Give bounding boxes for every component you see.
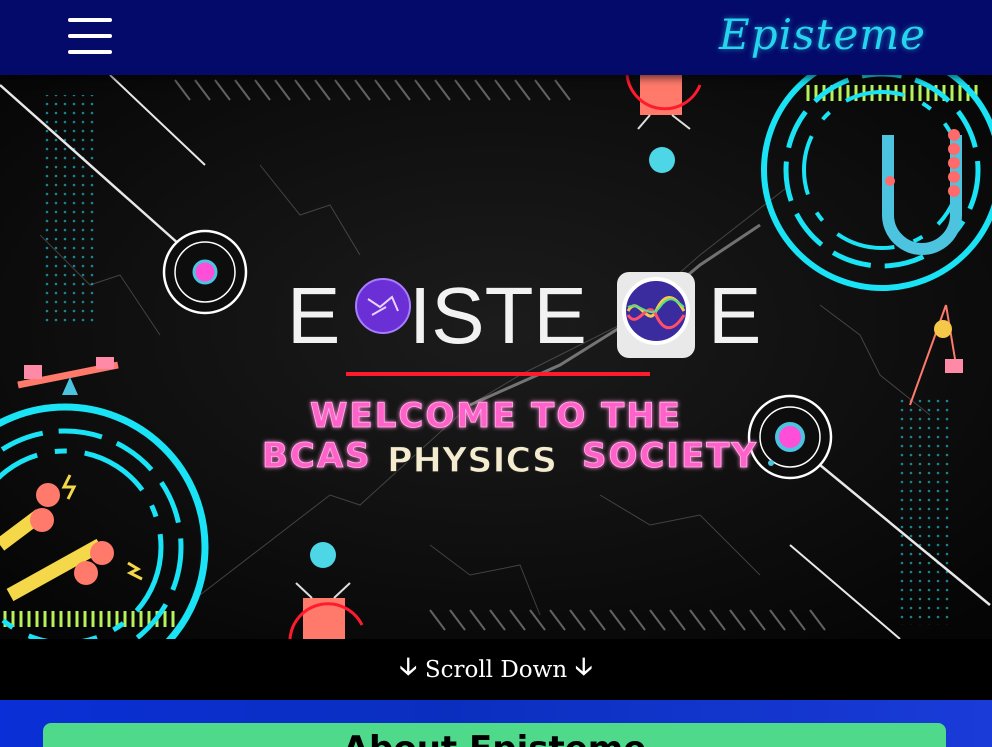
arrow-down-icon: 🡣 [399,652,417,680]
arrow-down-icon: 🡣 [575,652,593,680]
welcome-physics: PHYSICS [387,441,557,481]
logo-letter-e: E [287,271,340,360]
welcome-society: SOCIETY [582,436,758,476]
scroll-down-bar: 🡣 Scroll Down 🡣 [0,639,992,700]
logo-letters-iste: ISTE [409,271,587,360]
about-card: About Episteme [43,723,946,747]
navbar: Episteme [0,0,992,75]
welcome-line1: WELCOME TO THE [310,396,682,436]
oscilloscope-icon [617,272,695,358]
dot-panel-right [898,395,954,625]
logo-letter-e-end: E [708,271,761,360]
hamburger-menu-icon[interactable] [66,16,114,58]
about-title: About Episteme [343,729,647,747]
pendulum-icon [934,320,952,338]
scroll-down-label: Scroll Down [424,656,568,683]
menu-bar [68,34,112,38]
welcome-bcas: BCAS [262,436,372,476]
brand-title[interactable]: Episteme [719,10,926,59]
menu-bar [68,18,112,22]
menu-bar [68,50,112,54]
about-section: About Episteme [0,700,992,747]
plasma-ball-icon [355,278,411,334]
hero-illustration: E ISTE E WELCOME TO THE BCAS SOCIETY PHY… [0,75,992,639]
orbit-target-left [162,229,248,315]
scroll-down-button[interactable]: 🡣 Scroll Down 🡣 [400,649,593,690]
hero-banner: E ISTE E WELCOME TO THE BCAS SOCIETY PHY… [0,75,992,639]
orbit-target-right [747,394,833,480]
